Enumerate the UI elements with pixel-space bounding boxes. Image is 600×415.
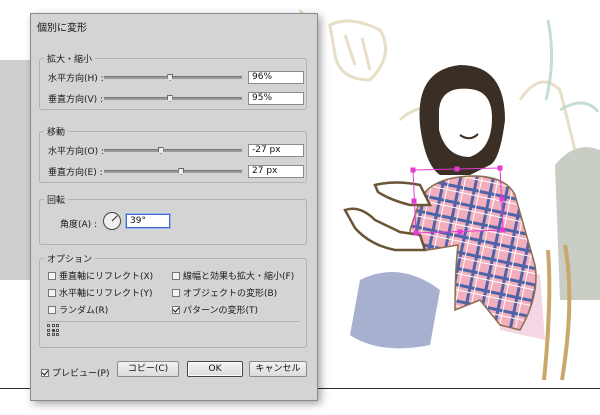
background-sketch-teal <box>544 19 600 113</box>
reflect-x-checkbox[interactable] <box>48 271 56 280</box>
preview-label: プレビュー(P) <box>52 369 110 379</box>
copy-button[interactable]: コピー(C) <box>117 361 179 377</box>
move-horizontal-slider[interactable] <box>104 147 242 154</box>
move-vertical-label: 垂直方向(E) : <box>48 168 103 178</box>
options-section: オプション 垂直軸にリフレクト(X) 水平軸にリフレクト(Y) ランダム(R) … <box>39 252 307 348</box>
rotate-section-title: 回転 <box>44 193 69 206</box>
scale-horizontal-label: 水平方向(H) : <box>48 74 104 84</box>
scale-vertical-label: 垂直方向(V) : <box>48 95 104 105</box>
transform-patterns-option[interactable]: パターンの変形(T) <box>172 303 258 316</box>
reflect-y-label: 水平軸にリフレクト(Y) <box>59 289 153 299</box>
reference-point-locator-icon[interactable] <box>47 324 59 336</box>
ok-button[interactable]: OK <box>187 361 243 377</box>
preview-checkbox[interactable] <box>41 368 49 377</box>
transform-objects-label: オブジェクトの変形(B) <box>183 289 278 299</box>
move-horizontal-input[interactable]: -27 px <box>248 144 304 157</box>
reflect-y-checkbox[interactable] <box>48 288 56 297</box>
move-vertical-input[interactable]: 27 px <box>248 165 304 178</box>
reflect-y-option[interactable]: 水平軸にリフレクト(Y) <box>48 286 153 299</box>
random-checkbox[interactable] <box>48 305 56 314</box>
transform-each-dialog[interactable]: 個別に変形 拡大・縮小 水平方向(H) : 96% 垂直方向(V) : 95% … <box>30 13 318 401</box>
reflect-x-option[interactable]: 垂直軸にリフレクト(X) <box>48 269 153 282</box>
scale-horizontal-slider[interactable] <box>104 74 242 81</box>
cancel-button[interactable]: キャンセル <box>249 361 307 377</box>
move-vertical-slider-thumb[interactable] <box>178 168 185 175</box>
scale-horizontal-slider-thumb[interactable] <box>167 74 174 81</box>
scale-strokes-option[interactable]: 線幅と効果も拡大・縮小(F) <box>172 269 294 282</box>
dialog-title[interactable]: 個別に変形 <box>37 19 87 34</box>
scale-strokes-label: 線幅と効果も拡大・縮小(F) <box>183 272 295 282</box>
scale-strokes-checkbox[interactable] <box>172 271 180 280</box>
scale-vertical-slider-thumb[interactable] <box>166 95 173 102</box>
options-section-title: オプション <box>44 252 96 265</box>
preview-option[interactable]: プレビュー(P) <box>41 366 109 379</box>
angle-dial-icon[interactable] <box>102 211 122 231</box>
angle-input[interactable]: 39° <box>126 214 170 228</box>
purple-shape <box>350 272 440 349</box>
grey-silhouette-right <box>555 147 600 300</box>
move-horizontal-label: 水平方向(O) : <box>48 147 104 157</box>
rotate-section: 回転 角度(A) : 39° <box>39 193 307 245</box>
transform-objects-checkbox[interactable] <box>172 288 180 297</box>
move-horizontal-slider-thumb[interactable] <box>157 147 164 154</box>
transform-patterns-checkbox[interactable] <box>172 305 180 314</box>
move-vertical-slider[interactable] <box>104 168 242 175</box>
transform-patterns-label: パターンの変形(T) <box>183 306 259 316</box>
scale-vertical-slider[interactable] <box>104 95 242 102</box>
reflect-x-label: 垂直軸にリフレクト(X) <box>59 272 154 282</box>
random-option[interactable]: ランダム(R) <box>48 303 108 316</box>
face <box>437 86 495 160</box>
scale-section: 拡大・縮小 水平方向(H) : 96% 垂直方向(V) : 95% <box>39 52 307 110</box>
random-label: ランダム(R) <box>59 306 109 316</box>
options-divider <box>46 321 300 322</box>
scale-section-title: 拡大・縮小 <box>44 52 96 65</box>
scale-vertical-input[interactable]: 95% <box>248 92 304 105</box>
arm-upper <box>373 181 433 207</box>
angle-label: 角度(A) : <box>60 220 98 230</box>
move-section: 移動 水平方向(O) : -27 px 垂直方向(E) : 27 px <box>39 125 307 183</box>
scale-horizontal-input[interactable]: 96% <box>248 71 304 84</box>
move-section-title: 移動 <box>44 125 69 138</box>
transform-objects-option[interactable]: オブジェクトの変形(B) <box>172 286 277 299</box>
